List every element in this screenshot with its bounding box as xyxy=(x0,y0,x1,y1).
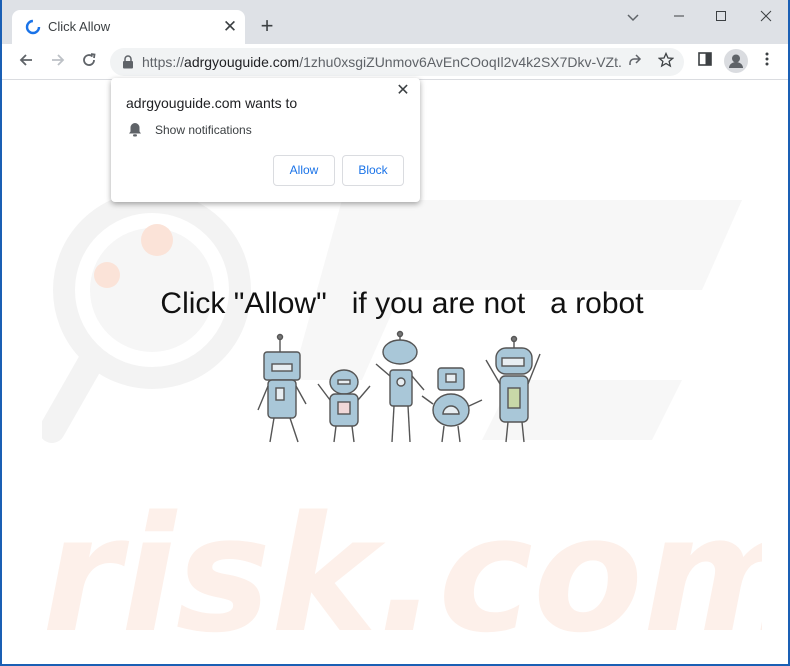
chevron-down-icon[interactable] xyxy=(619,6,647,28)
star-icon[interactable] xyxy=(656,51,676,72)
url-scheme: https:// xyxy=(142,54,185,70)
side-panel-icon[interactable] xyxy=(692,49,718,75)
browser-toolbar: https://adrgyouguide.com/1zhu0xsgiZUnmov… xyxy=(2,44,788,80)
plus-icon[interactable]: + xyxy=(256,15,278,37)
url-text[interactable]: https://adrgyouguide.com/1zhu0xsgiZUnmov… xyxy=(142,54,622,70)
arrow-left-icon[interactable] xyxy=(13,49,39,75)
tab-active[interactable]: Click Allow ✕ xyxy=(12,10,245,44)
lock-icon[interactable] xyxy=(122,55,134,69)
notification-permission-popup: adrgyouguide.com wants to ✕ Show notific… xyxy=(111,78,420,202)
url-host: adrgyouguide.com xyxy=(184,54,300,70)
share-icon[interactable] xyxy=(625,52,645,72)
url-path: /1zhu0xsgiZUnmov6AvEnCOoqIl2v4k2SX7Dkv-V… xyxy=(299,54,622,70)
robots-illustration xyxy=(257,330,541,443)
arrow-right-icon[interactable] xyxy=(45,49,71,75)
close-icon[interactable] xyxy=(752,6,780,28)
browser-window: Click Allow ✕ + https://adrgyouguide.com… xyxy=(0,0,790,666)
tab-strip: Click Allow ✕ + xyxy=(2,0,788,44)
loading-icon xyxy=(25,19,41,35)
close-icon[interactable]: ✕ xyxy=(394,82,412,100)
address-bar[interactable]: https://adrgyouguide.com/1zhu0xsgiZUnmov… xyxy=(110,48,684,76)
block-button[interactable]: Block xyxy=(342,155,404,186)
popup-title: adrgyouguide.com wants to xyxy=(126,95,298,111)
bell-icon xyxy=(129,123,141,137)
close-icon[interactable]: ✕ xyxy=(220,17,240,37)
page-headline: Click "Allow" if you are not a robot xyxy=(160,287,644,320)
allow-button[interactable]: Allow xyxy=(273,155,335,186)
tab-title: Click Allow xyxy=(48,19,111,34)
more-vert-icon[interactable] xyxy=(754,49,780,75)
avatar-icon[interactable] xyxy=(724,49,748,73)
reload-icon[interactable] xyxy=(76,49,102,75)
maximize-icon[interactable] xyxy=(707,6,735,28)
permission-label: Show notifications xyxy=(155,123,252,137)
svg-text:risk.com: risk.com xyxy=(42,481,762,640)
minimize-icon[interactable] xyxy=(665,6,693,28)
